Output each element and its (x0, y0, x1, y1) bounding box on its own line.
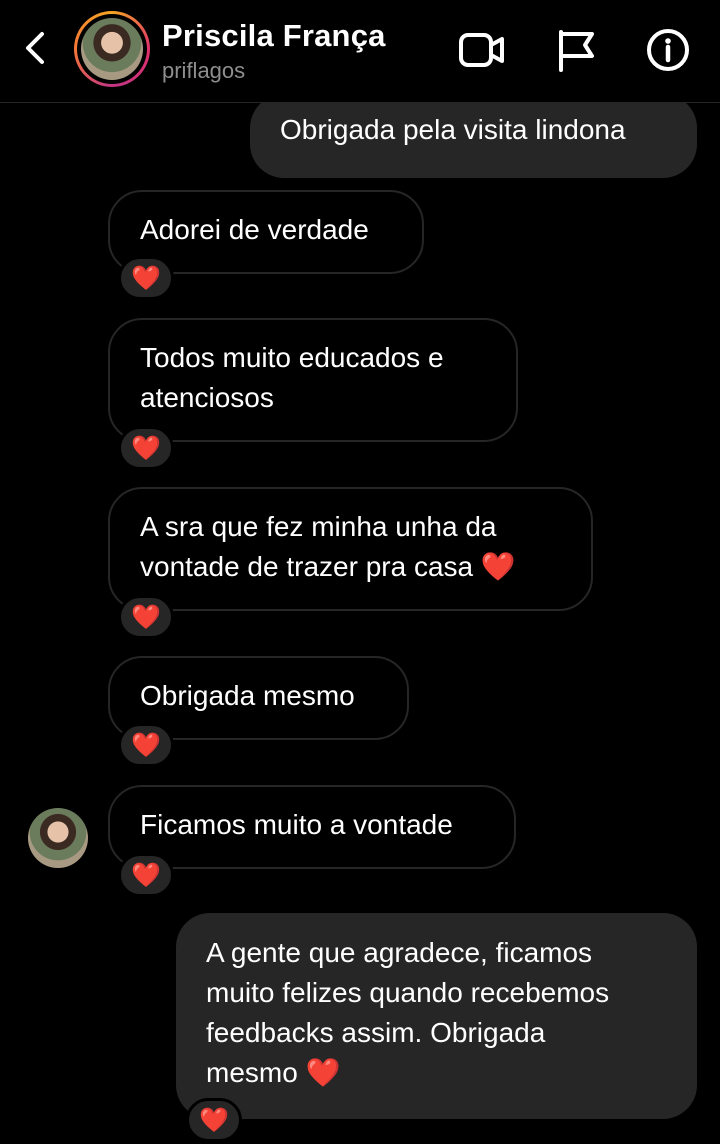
video-call-icon[interactable] (458, 28, 506, 72)
contact-name[interactable]: Priscila França (162, 18, 386, 54)
message-text: Ficamos muito a vontade (140, 809, 453, 840)
message-text-line: A sra que fez minha unha da (140, 511, 497, 542)
received-message[interactable]: A sra que fez minha unha da vontade de t… (108, 487, 593, 611)
message-text: Adorei de verdade (140, 214, 369, 245)
message-text-line: feedbacks assim. Obrigada (206, 1017, 546, 1048)
heart-reaction[interactable]: ❤️ (118, 256, 174, 300)
back-chevron-icon[interactable] (18, 28, 54, 68)
heart-reaction[interactable]: ❤️ (118, 723, 174, 767)
message-text-line: Todos muito educados e (140, 342, 444, 373)
contact-avatar[interactable] (74, 11, 150, 87)
received-message[interactable]: Ficamos muito a vontade (108, 785, 516, 869)
heart-reaction[interactable]: ❤️ (118, 426, 174, 470)
chat-header: Priscila França priflagos (0, 0, 720, 103)
contact-username[interactable]: priflagos (162, 58, 245, 84)
heart-reaction[interactable]: ❤️ (118, 853, 174, 897)
info-icon[interactable] (644, 28, 692, 72)
sent-message[interactable]: A gente que agradece, ficamos muito feli… (176, 913, 697, 1119)
message-text-line: atenciosos (140, 382, 274, 413)
message-text-line: vontade de trazer pra casa (140, 551, 474, 582)
heart-reaction[interactable]: ❤️ (186, 1098, 242, 1142)
message-text-line: muito felizes quando recebemos (206, 977, 610, 1008)
sent-message[interactable]: Obrigada pela visita lindona (250, 94, 697, 178)
report-flag-icon[interactable] (554, 28, 602, 72)
heart-reaction[interactable]: ❤️ (118, 595, 174, 639)
heart-emoji: ❤️ (480, 551, 516, 582)
message-text-line: mesmo (206, 1057, 298, 1088)
sender-avatar[interactable] (28, 808, 88, 868)
message-text-line: A gente que agradece, ficamos (206, 937, 593, 968)
message-text: Obrigada pela visita lindona (280, 114, 626, 145)
message-text: Obrigada mesmo (140, 680, 355, 711)
heart-emoji: ❤️ (305, 1057, 341, 1088)
received-message[interactable]: Todos muito educados e atenciosos (108, 318, 518, 442)
